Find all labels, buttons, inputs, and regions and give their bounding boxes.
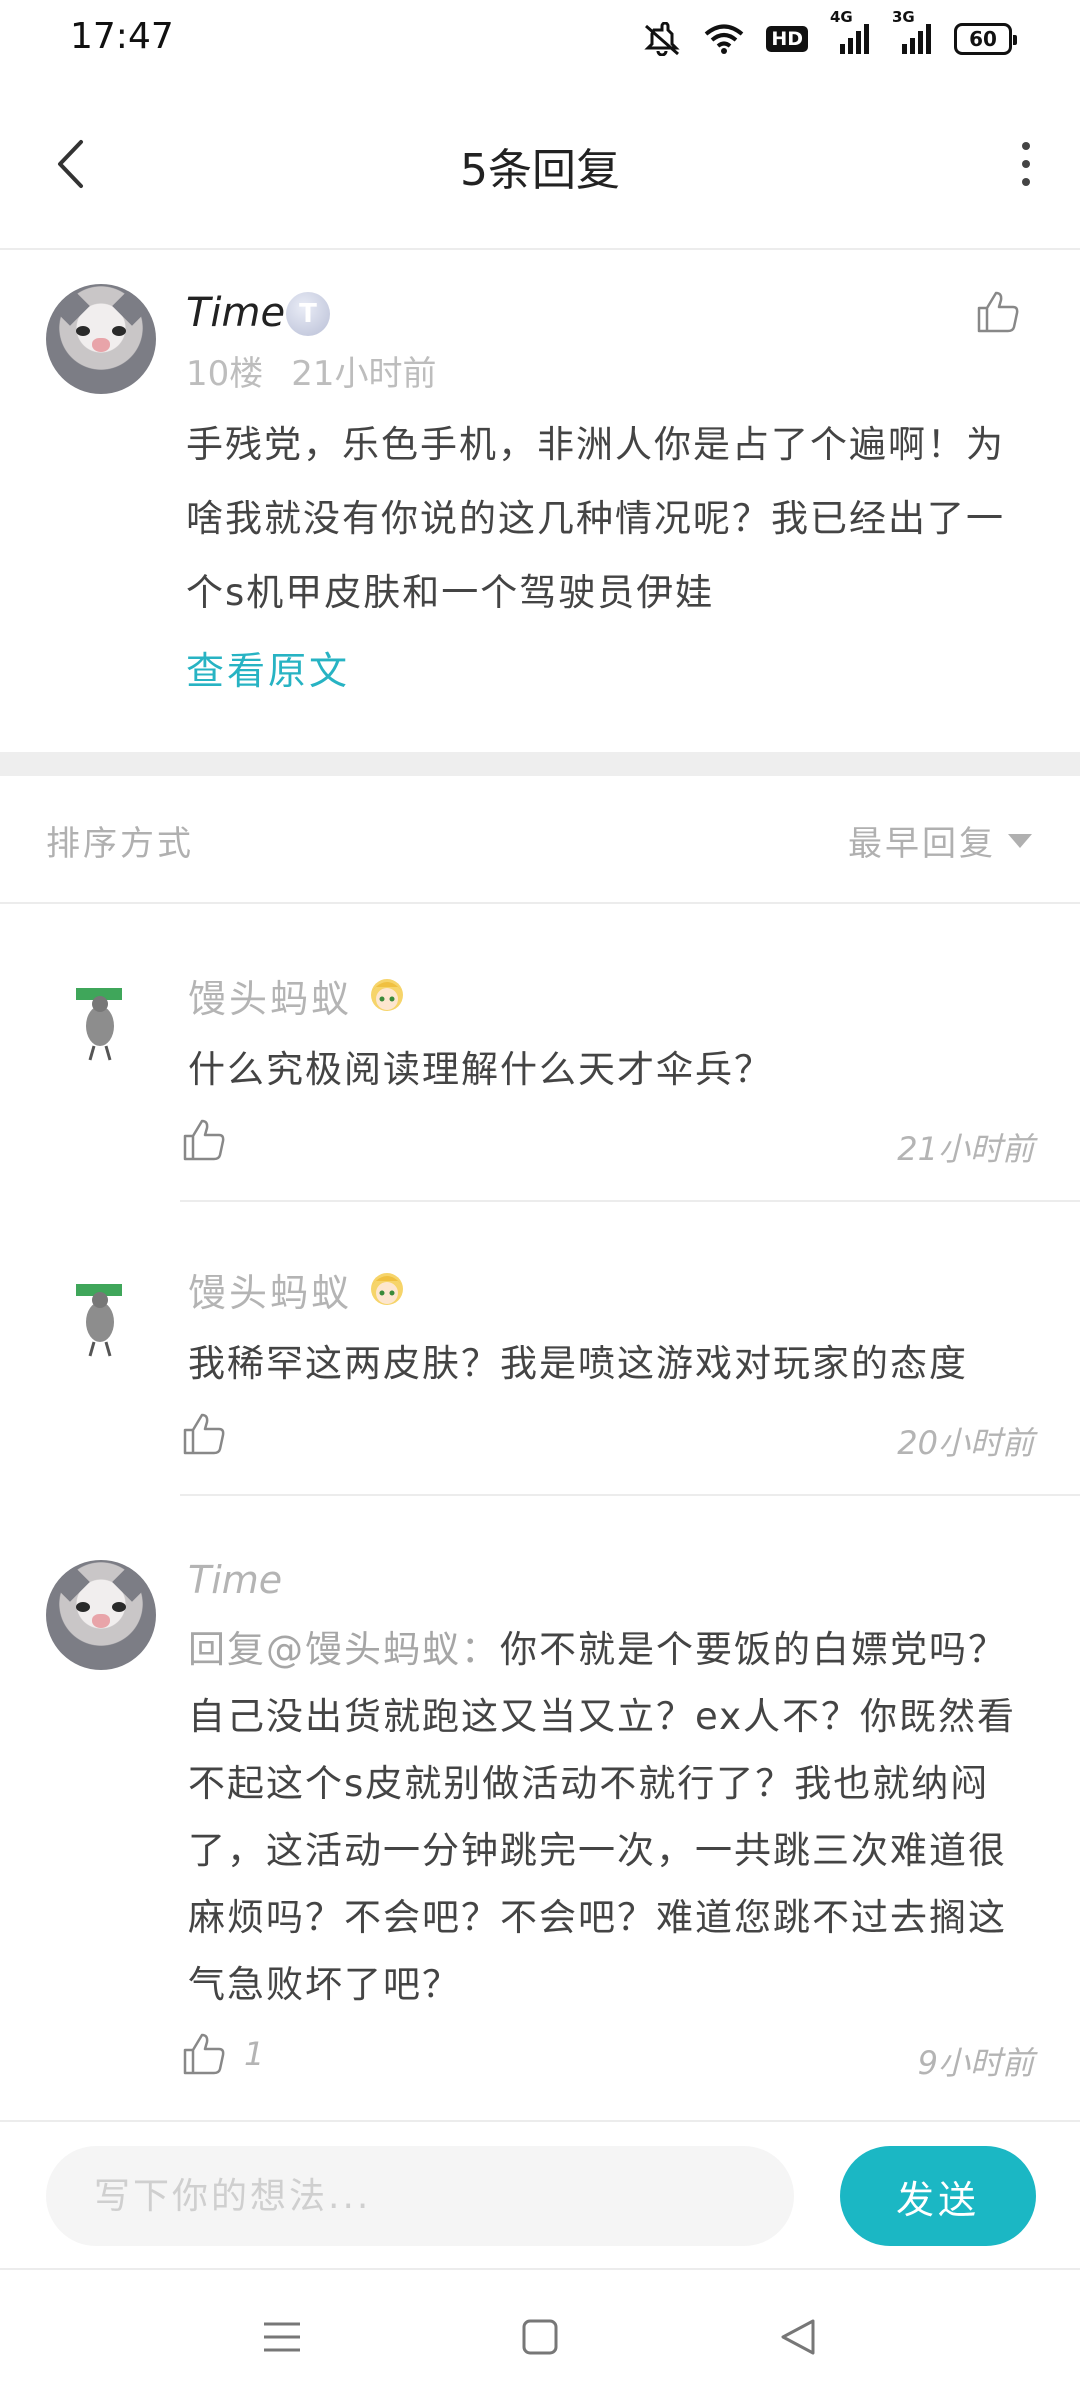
reply-like-button[interactable]: 1 <box>182 2032 264 2076</box>
menu-icon <box>264 2322 300 2352</box>
avatar-nose <box>92 338 110 352</box>
avatar-nose <box>92 1614 110 1628</box>
avatar-eye <box>112 1602 126 1612</box>
hd-icon: HD <box>766 26 808 52</box>
battery-icon: 60 <box>954 23 1017 55</box>
avatar-eye <box>76 326 90 336</box>
network-2-label: 3G <box>892 8 915 26</box>
reply-body: 你不就是个要饭的白嫖党吗？自己没出货就跑这又当又立？ex人不？你既然看不起这个s… <box>188 1628 1017 2006</box>
reply-author[interactable]: Time <box>188 1558 282 1602</box>
wifi-icon <box>704 23 744 55</box>
reply-like-button[interactable] <box>182 1412 244 1456</box>
more-dot-icon <box>1022 160 1030 168</box>
reply-time: 21小时前 <box>897 1130 1034 1168</box>
section-divider <box>0 752 1080 776</box>
level-badge: T <box>286 292 330 336</box>
avatar-eye <box>112 326 126 336</box>
reply-author[interactable]: 馒头蚂蚁 <box>188 1262 410 1317</box>
avatar-ear <box>112 1562 152 1602</box>
anime-avatar-badge-icon <box>371 978 404 1011</box>
app-header: 5条回复 <box>0 82 1080 250</box>
nav-home-button[interactable] <box>510 2312 570 2362</box>
reply-item: 馒头蚂蚁 什么究极阅读理解什么天才伞兵？ 21小时前 <box>0 906 1080 1202</box>
level-label: T <box>299 299 317 329</box>
like-icon[interactable] <box>976 290 1020 334</box>
like-icon <box>183 1119 225 1161</box>
status-bar: 17:47 HD 4G 3G 60 <box>0 0 1080 82</box>
more-options-button[interactable] <box>1000 134 1052 194</box>
sort-label: 排序方式 <box>46 824 194 864</box>
floor-number: 10楼 <box>186 354 264 394</box>
nav-back-button[interactable] <box>768 2312 828 2362</box>
reply-time: 9小时前 <box>917 2044 1034 2082</box>
mute-icon <box>642 22 682 56</box>
page-title: 5条回复 <box>460 145 620 196</box>
like-icon <box>183 2033 225 2075</box>
reply-item: 馒头蚂蚁 我稀罕这两皮肤？我是喷这游戏对玩家的态度 20小时前 <box>0 1202 1080 1498</box>
status-icons: HD 4G 3G 60 <box>642 8 1017 56</box>
sort-dropdown[interactable]: 最早回复 <box>848 816 1032 865</box>
caret-down-icon <box>1008 833 1032 848</box>
reply-mention[interactable]: 回复@馒头蚂蚁： <box>188 1628 500 1671</box>
more-dot-icon <box>1022 142 1030 150</box>
reply-author[interactable]: 馒头蚂蚁 <box>188 968 410 1023</box>
hd-label: HD <box>766 26 808 52</box>
reply-text: 什么究极阅读理解什么天才伞兵？ <box>188 1048 773 1091</box>
home-square-icon <box>522 2319 558 2355</box>
status-time: 17:47 <box>70 16 174 57</box>
sort-bar: 排序方式 最早回复 <box>0 776 1080 904</box>
reply-like-button[interactable] <box>182 1118 244 1162</box>
pigeon-avatar[interactable] <box>66 1274 142 1364</box>
reply-author-name: 馒头蚂蚁 <box>188 977 353 1021</box>
reply-item: Time 回复@馒头蚂蚁：你不就是个要饭的白嫖党吗？自己没出货就跑这又当又立？e… <box>0 1498 1080 2118</box>
network-1-label: 4G <box>830 8 853 26</box>
back-triangle-icon <box>781 2319 815 2355</box>
avatar-eye <box>76 1602 90 1612</box>
view-original-link[interactable]: 查看原文 <box>186 640 350 695</box>
reply-time: 20小时前 <box>897 1424 1034 1462</box>
signal-3g-icon: 3G <box>892 8 932 56</box>
more-dot-icon <box>1022 178 1030 186</box>
battery-level: 60 <box>969 27 997 51</box>
reply-like-count: 1 <box>244 2035 265 2073</box>
pigeon-avatar[interactable] <box>66 978 142 1068</box>
avatar[interactable] <box>46 1560 156 1670</box>
reply-text: 我稀罕这两皮肤？我是喷这游戏对玩家的态度 <box>188 1342 968 1385</box>
comment-text: 手残党，乐色手机，非洲人你是占了个遍啊！为啥我就没有你说的这几种情况呢？我已经出… <box>186 423 1005 614</box>
like-icon <box>183 1413 225 1455</box>
reply-author-name: Time <box>188 1558 283 1602</box>
comment-input[interactable] <box>46 2146 794 2246</box>
divider <box>180 1494 1080 1496</box>
reply-text: 回复@馒头蚂蚁：你不就是个要饭的白嫖党吗？自己没出货就跑这又当又立？ex人不？你… <box>188 1616 1028 2018</box>
system-nav-bar <box>0 2272 1080 2400</box>
sort-value: 最早回复 <box>848 824 996 864</box>
reply-author-name: 馒头蚂蚁 <box>188 1271 353 1315</box>
nav-menu-button[interactable] <box>252 2312 312 2362</box>
comment-meta: 10楼 21小时前 <box>186 346 437 395</box>
comment-input-bar: 发送 <box>0 2120 1080 2270</box>
signal-4g-icon: 4G <box>830 8 870 56</box>
avatar-ear <box>50 1562 90 1602</box>
anime-avatar-badge-icon <box>371 1272 404 1305</box>
comment-time: 21小时前 <box>291 354 437 394</box>
comment-author[interactable]: Time <box>186 290 285 336</box>
send-button[interactable]: 发送 <box>840 2146 1036 2246</box>
avatar[interactable] <box>46 284 156 394</box>
